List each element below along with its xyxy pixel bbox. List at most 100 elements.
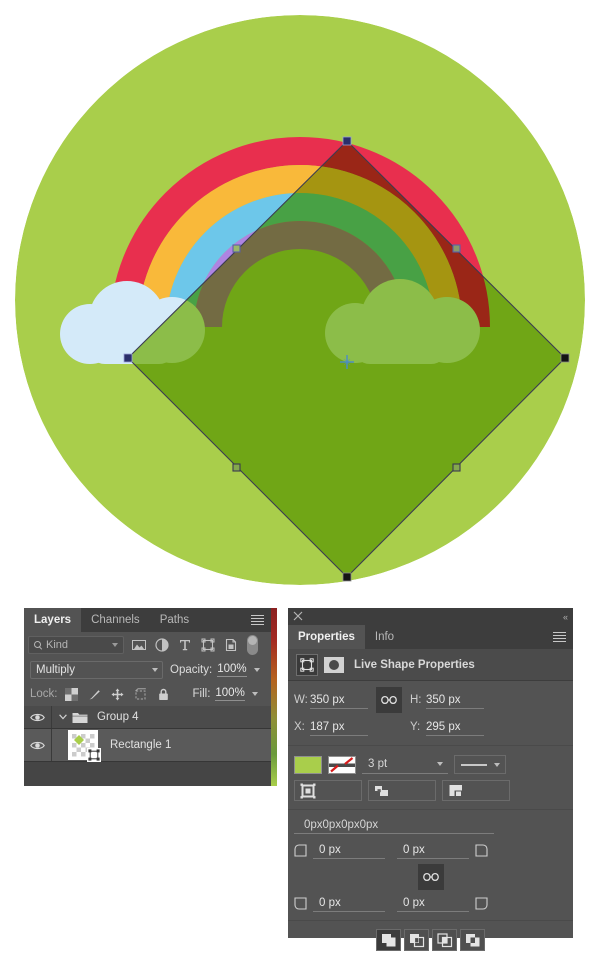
fill-value[interactable]: 100% bbox=[215, 687, 245, 701]
tab-paths[interactable]: Paths bbox=[150, 608, 199, 632]
chevron-down-icon bbox=[112, 643, 118, 647]
close-icon[interactable] bbox=[293, 611, 303, 621]
panel-edge-artwork-strip bbox=[271, 608, 277, 786]
height-input[interactable]: 350 px bbox=[426, 692, 484, 709]
type-layer-filter-icon[interactable] bbox=[178, 638, 192, 652]
subtract-front-shape-button[interactable] bbox=[404, 929, 429, 951]
blend-mode-select[interactable]: Multiply bbox=[30, 661, 163, 679]
corner-radius-section: 0px0px0px0px 0 px 0 px 0 px 0 px bbox=[288, 810, 573, 921]
solid-line-style-icon bbox=[461, 763, 487, 766]
opacity-value[interactable]: 100% bbox=[217, 663, 247, 677]
corner-top-left-icon bbox=[294, 844, 307, 857]
handle-corner-bottom bbox=[342, 572, 352, 582]
stroke-corners-dropdown[interactable] bbox=[442, 780, 510, 801]
photoshop-screenshot: Layers Channels Paths Kind Multiply Opac… bbox=[0, 0, 600, 960]
height-label: H: bbox=[410, 694, 422, 706]
visibility-toggle-group-4[interactable] bbox=[24, 706, 52, 728]
lock-position-icon[interactable] bbox=[111, 688, 124, 701]
layers-panel-menu-icon[interactable] bbox=[249, 608, 265, 632]
collapse-to-icons-icon[interactable]: « bbox=[563, 612, 568, 622]
intersect-shape-areas-button[interactable] bbox=[432, 929, 457, 951]
stroke-style-dropdown[interactable] bbox=[454, 755, 506, 774]
link-corner-radii-icon[interactable] bbox=[417, 864, 444, 890]
eye-icon bbox=[30, 741, 45, 749]
document-canvas[interactable] bbox=[0, 0, 600, 600]
link-width-height-icon[interactable] bbox=[376, 687, 402, 713]
chevron-down-icon bbox=[494, 762, 500, 767]
corner-radius-top-row: 0 px 0 px bbox=[294, 842, 567, 859]
mask-circle-icon[interactable] bbox=[324, 656, 344, 673]
corner-bottom-right-icon bbox=[475, 897, 488, 910]
artwork-illustration bbox=[15, 15, 585, 585]
vector-mask-badge-icon[interactable] bbox=[87, 748, 101, 762]
tab-layers[interactable]: Layers bbox=[24, 608, 82, 632]
handle-mid-bottom-left bbox=[232, 463, 241, 472]
layer-row-group-4[interactable]: Group 4 bbox=[24, 706, 271, 729]
magnifier-icon bbox=[34, 640, 43, 650]
chevron-down-icon bbox=[152, 668, 158, 672]
stroke-align-dropdown[interactable] bbox=[294, 780, 362, 801]
layers-panel[interactable]: Layers Channels Paths Kind Multiply Opac… bbox=[24, 608, 277, 786]
live-shape-icon[interactable] bbox=[296, 653, 318, 676]
path-operations-row bbox=[288, 921, 573, 957]
layer-kind-filter-select[interactable]: Kind bbox=[28, 636, 124, 654]
lock-transparent-pixels-icon[interactable] bbox=[64, 687, 78, 701]
x-input[interactable]: 187 px bbox=[310, 719, 368, 736]
stroke-width-dropdown[interactable]: 3 pt bbox=[362, 755, 448, 774]
corner-radius-top-left-input[interactable]: 0 px bbox=[313, 842, 385, 859]
shape-layer-filter-icon[interactable] bbox=[201, 638, 215, 652]
group-disclosure-chevron-down-icon[interactable] bbox=[56, 714, 70, 720]
handle-mid-top-right bbox=[452, 244, 461, 253]
lock-all-icon[interactable] bbox=[157, 688, 170, 701]
exclude-overlapping-shapes-button[interactable] bbox=[460, 929, 485, 951]
handle-mid-bottom-right bbox=[452, 463, 461, 472]
corner-radius-bottom-right-input[interactable]: 0 px bbox=[397, 895, 469, 912]
corner-radius-bottom-left-input[interactable]: 0 px bbox=[313, 895, 385, 912]
layer-name-rectangle-1: Rectangle 1 bbox=[110, 739, 172, 751]
layer-thumbnail-rectangle-1[interactable] bbox=[68, 730, 101, 762]
corner-radius-top-right-input[interactable]: 0 px bbox=[397, 842, 469, 859]
corner-radius-bottom-row: 0 px 0 px bbox=[294, 895, 567, 912]
handle-corner-top bbox=[342, 136, 352, 146]
properties-panel-tabbar: Properties Info bbox=[288, 625, 573, 649]
fill-color-swatch[interactable] bbox=[294, 755, 322, 774]
tab-channels[interactable]: Channels bbox=[81, 608, 150, 632]
visibility-toggle-rectangle-1[interactable] bbox=[24, 729, 52, 761]
corner-radius-summary[interactable]: 0px0px0px0px bbox=[294, 819, 494, 834]
filter-enable-toggle[interactable] bbox=[247, 635, 258, 655]
chevron-down-icon bbox=[437, 762, 443, 766]
layer-row-rectangle-1[interactable]: Rectangle 1 bbox=[24, 729, 271, 762]
eye-icon bbox=[30, 713, 45, 721]
properties-panel-menu-icon[interactable] bbox=[551, 625, 567, 649]
width-label: W: bbox=[294, 694, 308, 706]
opacity-label: Opacity: bbox=[170, 664, 213, 676]
live-shape-properties-title: Live Shape Properties bbox=[354, 658, 475, 671]
layers-list: Group 4 Rectangle 1 bbox=[24, 706, 271, 762]
fill-chevron-down-icon[interactable] bbox=[251, 692, 258, 696]
stroke-caps-icon bbox=[375, 785, 388, 796]
x-label: X: bbox=[294, 721, 305, 733]
stroke-corners-icon bbox=[449, 784, 462, 796]
stroke-caps-dropdown[interactable] bbox=[368, 780, 436, 801]
y-input[interactable]: 295 px bbox=[426, 719, 484, 736]
lock-image-pixels-icon[interactable] bbox=[88, 688, 101, 701]
corner-top-right-icon bbox=[475, 844, 488, 857]
properties-panel-titlebar: « bbox=[288, 608, 573, 625]
fill-stroke-section: 3 pt bbox=[288, 746, 573, 810]
fill-label: Fill: bbox=[192, 688, 211, 700]
blend-mode-row: Multiply Opacity: 100% bbox=[24, 658, 271, 682]
smart-object-filter-icon[interactable] bbox=[224, 638, 238, 652]
combine-shapes-button[interactable] bbox=[376, 929, 401, 951]
tab-info[interactable]: Info bbox=[365, 625, 404, 649]
stroke-width-value: 3 pt bbox=[368, 758, 388, 770]
opacity-chevron-down-icon[interactable] bbox=[253, 668, 260, 672]
adjustment-layer-filter-icon[interactable] bbox=[155, 638, 169, 652]
properties-panel[interactable]: « Properties Info Live Shape Properties … bbox=[288, 608, 573, 951]
lock-artboard-nesting-icon[interactable] bbox=[134, 687, 147, 701]
layers-filter-row: Kind bbox=[24, 632, 271, 658]
stroke-color-swatch[interactable] bbox=[328, 755, 356, 774]
lock-row: Lock: Fill: 100% bbox=[24, 682, 271, 706]
pixel-layer-filter-icon[interactable] bbox=[132, 638, 146, 652]
width-input[interactable]: 350 px bbox=[310, 692, 368, 709]
tab-properties[interactable]: Properties bbox=[288, 625, 365, 649]
